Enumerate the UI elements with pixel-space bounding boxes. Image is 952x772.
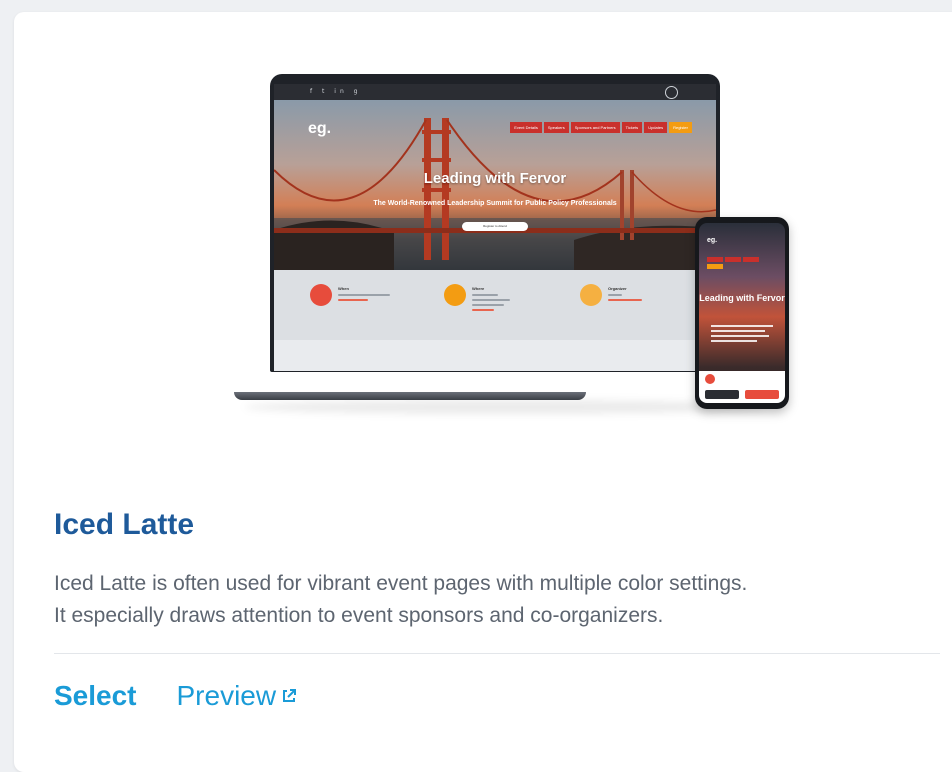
event-info-strip: When Where Organizer	[274, 270, 716, 340]
template-card: f t in g eg. Event Details Speakers Spon…	[14, 12, 952, 772]
social-icons: f t in g	[310, 88, 362, 95]
globe-icon	[665, 86, 678, 99]
calendar-icon	[705, 374, 715, 384]
info-label: When	[338, 286, 349, 291]
preview-link[interactable]: Preview	[177, 680, 299, 712]
hero-register-button: Register to Attend	[462, 222, 528, 231]
hero-section: eg. Event Details Speakers Sponsors and …	[274, 100, 716, 270]
site-nav-item: Event Details	[510, 122, 542, 133]
laptop-shadow	[244, 400, 764, 414]
site-nav: Event Details Speakers Sponsors and Part…	[510, 122, 692, 133]
laptop-screen: f t in g eg. Event Details Speakers Spon…	[274, 84, 716, 371]
external-link-icon	[283, 689, 297, 702]
hero-title: Leading with Fervor	[423, 170, 567, 187]
template-description: Iced Latte is often used for vibrant eve…	[54, 568, 952, 632]
site-nav-item: Updates	[644, 122, 668, 133]
phone-register-button	[745, 390, 779, 399]
phone-hero-title: Leading with Fervor	[699, 293, 785, 303]
phone-mockup: eg. Leading with Fervor	[695, 217, 789, 409]
info-label: Organizer	[608, 286, 627, 291]
info-label: Where	[472, 286, 485, 291]
site-nav-item: Sponsors and Partners	[570, 122, 620, 133]
location-pin-icon	[444, 284, 466, 306]
site-nav-item: Speakers	[543, 122, 569, 133]
phone-info-bar	[699, 371, 785, 403]
info-organizer: Organizer	[580, 284, 642, 306]
phone-screen: eg. Leading with Fervor	[699, 223, 785, 403]
info-where: Where	[444, 284, 510, 311]
edit-icon	[580, 284, 602, 306]
phone-site-logo: eg.	[707, 237, 718, 244]
preview-label: Preview	[176, 680, 277, 711]
card-actions: Select Preview	[54, 680, 298, 712]
phone-nav	[707, 257, 767, 269]
laptop-mockup: f t in g eg. Event Details Speakers Spon…	[270, 74, 720, 372]
select-button[interactable]: Select	[54, 680, 137, 712]
phone-hero-subtitle	[711, 325, 773, 342]
calendar-icon	[310, 284, 332, 306]
template-description-line: It especially draws attention to event s…	[54, 604, 664, 627]
info-when: When	[310, 284, 390, 306]
browser-bar: f t in g	[274, 84, 716, 100]
phone-menu-button	[705, 390, 739, 399]
template-description-line: Iced Latte is often used for vibrant eve…	[54, 572, 748, 595]
site-nav-item: Tickets	[621, 122, 643, 133]
template-preview-image: f t in g eg. Event Details Speakers Spon…	[14, 12, 952, 462]
laptop-base	[234, 392, 586, 400]
template-title: Iced Latte	[54, 508, 195, 541]
site-logo: eg.	[308, 120, 332, 137]
site-nav-item-register: Register	[669, 122, 692, 133]
divider	[54, 653, 940, 654]
hero-subtitle: The World-Renowned Leadership Summit for…	[373, 200, 617, 207]
